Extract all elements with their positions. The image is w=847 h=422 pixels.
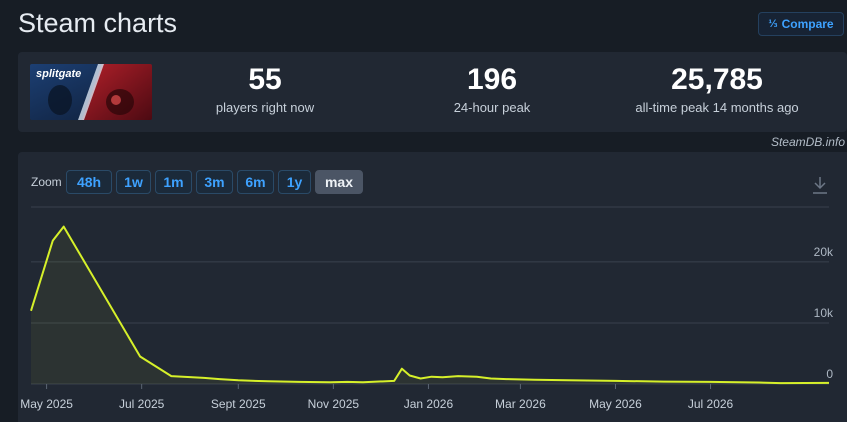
x-tick-label: Jul 2026 <box>688 397 734 411</box>
y-tick-label: 0 <box>826 367 833 381</box>
y-tick-label: 10k <box>814 306 834 320</box>
y-tick-label: 20k <box>814 245 834 259</box>
player-count-chart: 0 10k 20k May 2025 Jul 2025 Sept 2025 Nov 2025… <box>20 206 834 411</box>
x-tick-label: Sept 2025 <box>211 397 266 411</box>
x-tick-label: May 2025 <box>20 397 73 411</box>
x-tick-label: May 2026 <box>589 397 642 411</box>
x-tick-label: Mar 2026 <box>495 397 546 411</box>
x-tick-label: Nov 2025 <box>308 397 360 411</box>
series-area <box>31 226 829 384</box>
x-tick-label: Jul 2025 <box>119 397 165 411</box>
x-tick-label: Jan 2026 <box>404 397 454 411</box>
series-line <box>30 225 830 385</box>
